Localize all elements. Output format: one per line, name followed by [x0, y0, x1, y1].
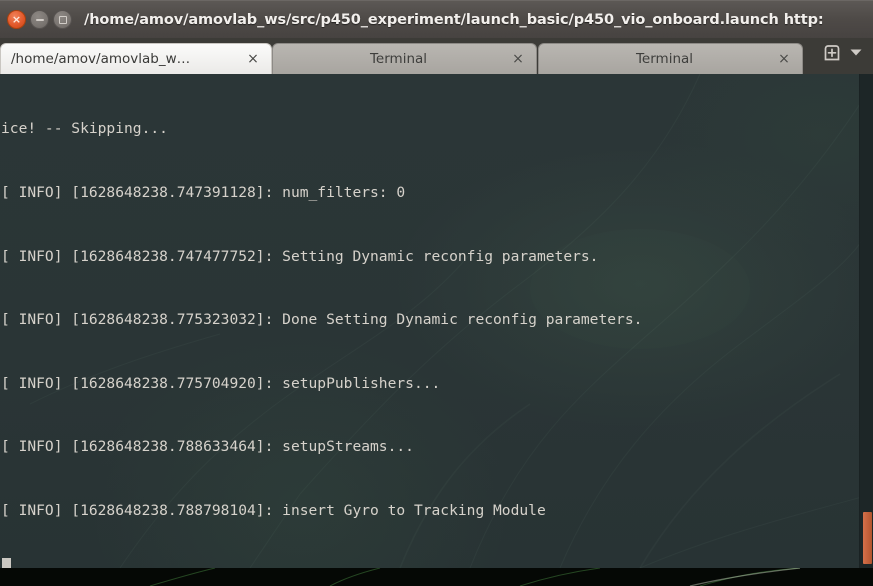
tab-terminal-1[interactable]: Terminal × [272, 43, 537, 74]
terminal-line: [ INFO] [1628648238.788633464]: setupStr… [1, 438, 414, 456]
terminal-scrollbar[interactable] [859, 74, 873, 568]
tab-label: Terminal [369, 51, 428, 67]
tab-bar: /home/amov/amovlab_w… × Terminal × Termi… [0, 38, 873, 74]
tab-terminal-2[interactable]: Terminal × [538, 43, 803, 74]
terminal-line: [ INFO] [1628648238.747391128]: num_filt… [1, 184, 406, 201]
terminal-cursor [2, 558, 11, 568]
tab-close-icon[interactable]: × [508, 52, 536, 66]
close-icon: × [11, 13, 22, 26]
terminal-line: [ INFO] [1628648238.775704920]: setupPub… [1, 374, 441, 392]
minimize-icon [35, 18, 44, 21]
tab-bar-actions [815, 38, 873, 74]
maximize-icon [58, 15, 67, 24]
tab-label: /home/amov/amovlab_w… [11, 51, 191, 67]
tab-close-icon[interactable]: × [774, 52, 802, 66]
close-window-button[interactable]: × [7, 10, 26, 29]
terminal-line: [ INFO] [1628648238.775323032]: Done Set… [1, 311, 643, 329]
tab-close-icon[interactable]: × [243, 52, 271, 66]
desktop-wallpaper-veins [149, 568, 801, 586]
tab-label: Terminal [635, 51, 694, 67]
desktop-background-strip [0, 568, 873, 586]
maximize-window-button[interactable] [53, 10, 72, 29]
terminal-output-area[interactable]: ice! -- Skipping... [ INFO] [1628648238.… [0, 74, 873, 568]
new-tab-icon[interactable] [821, 41, 843, 67]
terminal-lines: ice! -- Skipping... [ INFO] [1628648238.… [0, 74, 873, 568]
window-controls: × [0, 10, 72, 29]
window-title: /home/amov/amovlab_ws/src/p450_experimen… [84, 11, 824, 28]
chevron-down-icon[interactable] [847, 43, 865, 65]
terminal-line: ice! -- Skipping... [1, 120, 168, 138]
minimize-window-button[interactable] [30, 10, 49, 29]
terminal-line: [ INFO] [1628648238.788798104]: insert G… [1, 501, 546, 519]
window-titlebar: × /home/amov/amovlab_ws/src/p450_experim… [0, 0, 873, 38]
terminal-window: × /home/amov/amovlab_ws/src/p450_experim… [0, 0, 873, 586]
tab-launch-file[interactable]: /home/amov/amovlab_w… × [0, 43, 272, 74]
terminal-line: [ INFO] [1628648238.747477752]: Setting … [1, 247, 599, 265]
scrollbar-thumb[interactable] [863, 512, 872, 564]
